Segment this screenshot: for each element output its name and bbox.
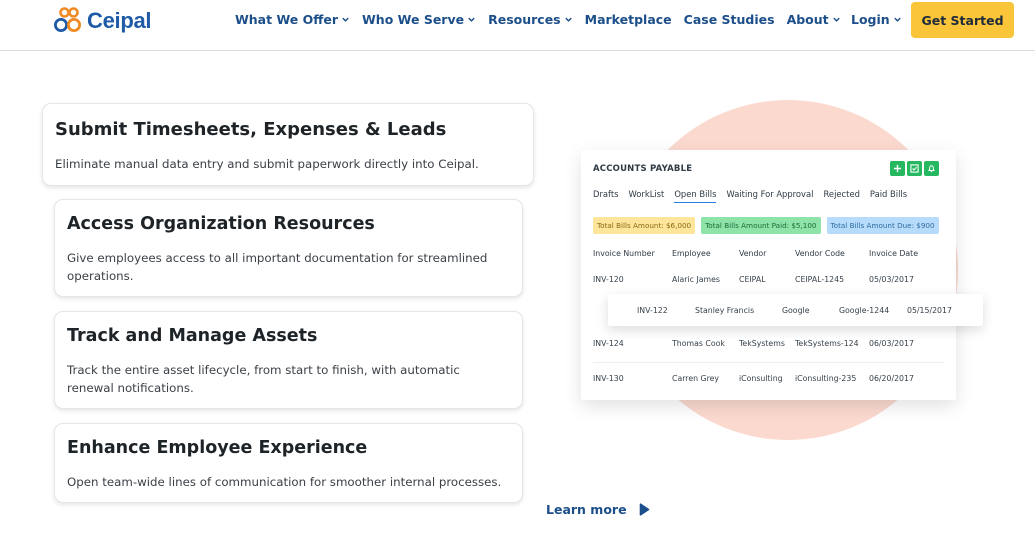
- cell-vendor: TekSystems: [739, 339, 785, 348]
- cell-vendor: Google: [782, 306, 810, 315]
- ceipal-logo-icon: [54, 7, 81, 32]
- cell-vendor: CEIPAL: [739, 275, 766, 284]
- nav-label: What We Offer: [235, 12, 339, 27]
- cell-employee: Stanley Francis: [695, 306, 755, 315]
- highlighted-table-row[interactable]: INV-122 Stanley Francis Google Google-12…: [608, 294, 983, 326]
- cell-invoice-date: 06/20/2017: [869, 374, 914, 383]
- feature-title: Access Organization Resources: [67, 214, 375, 234]
- site-header: Ceipal What We Offer Who We Serve Resour…: [0, 0, 1035, 51]
- nav-label: Resources: [488, 12, 561, 27]
- chevron-down-icon: [468, 17, 475, 22]
- login-label: Login: [851, 12, 890, 27]
- bell-icon: [928, 165, 935, 172]
- column-header: Invoice Number: [593, 249, 655, 258]
- tab-paid-bills[interactable]: Paid Bills: [870, 189, 907, 203]
- feature-description: Give employees access to all important d…: [67, 251, 488, 283]
- chevron-down-icon: [564, 17, 572, 22]
- panel-actions: [890, 161, 939, 176]
- column-header: Employee: [672, 249, 711, 258]
- cell-employee: Thomas Cook: [672, 339, 725, 348]
- nav-label: Marketplace: [584, 12, 672, 27]
- nav-what-we-offer[interactable]: What We Offer: [235, 12, 350, 27]
- cell-vendor-code: CEIPAL-1245: [795, 275, 845, 284]
- accounts-payable-panel: ACCOUNTS PAYABLE Drafts WorkList Open Bi…: [581, 150, 956, 400]
- learn-more-label: Learn more: [546, 502, 627, 517]
- play-arrow-icon: [639, 503, 649, 516]
- nav-resources[interactable]: Resources: [488, 12, 573, 27]
- login-menu[interactable]: Login: [851, 12, 902, 27]
- row-divider: [593, 362, 945, 363]
- nav-about[interactable]: About: [787, 12, 841, 27]
- nav-marketplace[interactable]: Marketplace: [585, 12, 672, 27]
- chip-amount-due: Total Bills Amount Due: $900: [826, 217, 939, 234]
- cell-invoice: INV-120: [593, 275, 624, 284]
- nav-label: Who We Serve: [362, 12, 465, 27]
- cell-vendor-code: TekSystems-124: [795, 339, 859, 348]
- cell-vendor: iConsulting: [739, 374, 783, 383]
- chevron-down-icon: [342, 17, 349, 22]
- feature-card-assets[interactable]: Track and Manage Assets Track the entire…: [54, 311, 523, 409]
- nav-label: About: [786, 12, 829, 27]
- column-header: Invoice Date: [869, 249, 918, 258]
- nav-label: Case Studies: [683, 12, 775, 27]
- feature-card-resources[interactable]: Access Organization Resources Give emplo…: [54, 199, 523, 297]
- cell-vendor-code: Google-1244: [839, 306, 890, 315]
- panel-title: ACCOUNTS PAYABLE: [593, 164, 693, 174]
- cell-employee: Alaric James: [672, 275, 720, 284]
- plus-icon: [893, 164, 902, 173]
- checkbox-icon: [910, 164, 919, 173]
- tab-worklist[interactable]: WorkList: [628, 189, 664, 203]
- feature-title: Track and Manage Assets: [67, 326, 318, 346]
- cell-invoice: INV-130: [593, 374, 624, 383]
- feature-description: Eliminate manual data entry and submit p…: [55, 157, 479, 171]
- chip-total-amount: Total Bills Amount: $6,000: [593, 217, 696, 234]
- tab-waiting-for-approval[interactable]: Waiting For Approval: [726, 189, 813, 203]
- learn-more-link[interactable]: Learn more: [546, 502, 650, 517]
- cell-invoice-date: 05/15/2017: [907, 306, 952, 315]
- ceipal-logo[interactable]: Ceipal: [54, 6, 152, 36]
- feature-title: Enhance Employee Experience: [67, 438, 368, 458]
- cell-invoice-date: 06/03/2017: [869, 339, 914, 348]
- chip-amount-paid: Total Bills Amount Paid: $5,100: [701, 217, 821, 234]
- feature-card-employee-experience[interactable]: Enhance Employee Experience Open team-wi…: [54, 423, 523, 503]
- cell-invoice: INV-124: [593, 339, 624, 348]
- chevron-down-icon: [832, 17, 840, 22]
- nav-case-studies[interactable]: Case Studies: [684, 12, 775, 27]
- tab-open-bills[interactable]: Open Bills: [674, 189, 717, 203]
- column-header: Vendor Code: [795, 249, 845, 258]
- summary-chips: Total Bills Amount: $6,000 Total Bills A…: [593, 217, 939, 234]
- feature-title: Submit Timesheets, Expenses & Leads: [55, 119, 447, 140]
- approve-button[interactable]: [907, 161, 922, 176]
- logo-wordmark: Ceipal: [87, 8, 152, 33]
- feature-card-timesheets[interactable]: Submit Timesheets, Expenses & Leads Elim…: [42, 103, 534, 186]
- nav-who-we-serve[interactable]: Who We Serve: [362, 12, 476, 27]
- feature-description: Track the entire asset lifecycle, from s…: [67, 363, 460, 395]
- cell-invoice: INV-122: [637, 306, 668, 315]
- column-header: Vendor: [739, 249, 767, 258]
- get-started-button[interactable]: Get Started: [911, 2, 1014, 38]
- feature-description: Open team-wide lines of communication fo…: [67, 475, 502, 489]
- add-button[interactable]: [890, 161, 905, 176]
- main-nav: What We Offer Who We Serve Resources Mar…: [235, 12, 841, 27]
- tab-drafts[interactable]: Drafts: [593, 189, 618, 203]
- cell-employee: Carren Grey: [672, 374, 720, 383]
- chevron-down-icon: [893, 17, 901, 22]
- bill-tabs: Drafts WorkList Open Bills Waiting For A…: [593, 189, 907, 203]
- tab-rejected[interactable]: Rejected: [823, 189, 859, 203]
- cell-invoice-date: 05/03/2017: [869, 275, 914, 284]
- cell-vendor-code: iConsulting-235: [795, 374, 857, 383]
- notification-button[interactable]: [924, 161, 939, 176]
